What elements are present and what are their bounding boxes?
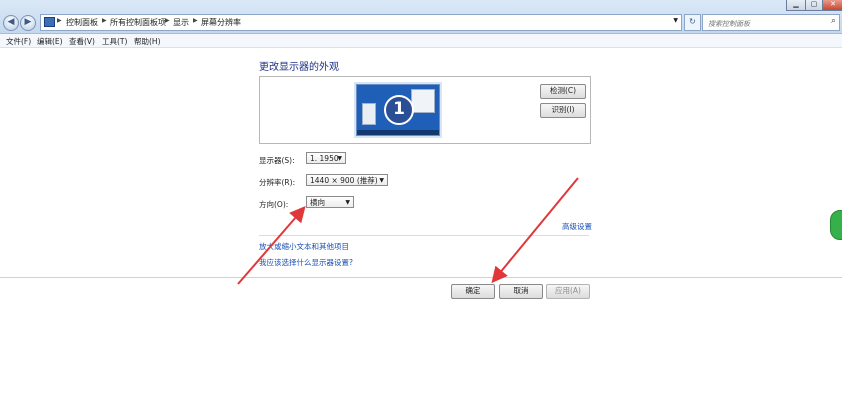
- display-preview-panel: 1 检测(C) 识别(I): [259, 76, 591, 144]
- close-button[interactable]: ✕: [822, 0, 842, 11]
- menu-file[interactable]: 文件(F): [6, 36, 31, 47]
- page-title: 更改显示器的外观: [259, 62, 339, 73]
- maximize-icon: ▢: [810, 0, 818, 8]
- dropdown-arrow-icon: ▼: [379, 177, 384, 184]
- apply-button[interactable]: 应用(A): [546, 284, 590, 299]
- display-label: 显示器(S):: [259, 156, 295, 165]
- resolution-select-value: 1440 × 900 (推荐): [310, 176, 378, 185]
- search-box[interactable]: ⌕: [702, 14, 840, 31]
- refresh-button[interactable]: ↻: [684, 14, 701, 31]
- minimize-button[interactable]: ▁: [786, 0, 806, 11]
- taskbar: [357, 130, 439, 135]
- forward-button[interactable]: ▶: [20, 15, 36, 31]
- dropdown-arrow-icon: ▼: [345, 199, 350, 206]
- back-arrow-icon: ◀: [7, 17, 15, 27]
- orientation-select[interactable]: 横向 ▼: [306, 196, 354, 208]
- menu-tools[interactable]: 工具(T): [102, 36, 127, 47]
- breadcrumb-separator-icon: ▶: [193, 17, 198, 24]
- breadcrumb-separator-icon: ▶: [165, 17, 170, 24]
- display-select[interactable]: 1. 1950 ▼: [306, 152, 346, 164]
- forward-arrow-icon: ▶: [24, 17, 32, 27]
- search-icon[interactable]: ⌕: [831, 16, 836, 26]
- menu-help[interactable]: 帮助(H): [134, 36, 161, 47]
- menu-edit[interactable]: 编辑(E): [37, 36, 63, 47]
- text-size-link[interactable]: 放大或缩小文本和其他项目: [259, 241, 349, 252]
- control-panel-icon: [44, 17, 55, 27]
- dropdown-arrow-icon: ▼: [337, 155, 342, 162]
- secondary-window-icon: [362, 103, 376, 125]
- orientation-label: 方向(O):: [259, 200, 289, 209]
- detect-button[interactable]: 检测(C): [540, 84, 586, 99]
- resolution-select[interactable]: 1440 × 900 (推荐) ▼: [306, 174, 388, 186]
- display-select-value: 1. 1950: [310, 154, 339, 163]
- floating-assistant-icon[interactable]: [830, 210, 842, 240]
- footer-divider: [0, 277, 842, 278]
- address-dropdown-icon[interactable]: ▼: [673, 17, 678, 24]
- search-input[interactable]: [706, 16, 822, 31]
- minimize-icon: ▁: [793, 0, 799, 8]
- orientation-select-value: 横向: [310, 198, 325, 207]
- display-settings-help-link[interactable]: 我应该选择什么显示器设置?: [259, 257, 353, 268]
- menu-view[interactable]: 查看(V): [69, 36, 95, 47]
- identify-button[interactable]: 识别(I): [540, 103, 586, 118]
- annotation-arrows: [237, 177, 579, 285]
- monitor-number: 1: [384, 95, 414, 125]
- address-bar[interactable]: ▶ 控制面板 ▶ 所有控制面板项 ▶ 显示 ▶ 屏幕分辨率 ▼: [40, 14, 682, 31]
- breadcrumb-control-panel[interactable]: 控制面板: [66, 17, 98, 28]
- divider: [259, 235, 589, 236]
- breadcrumb-separator-icon: ▶: [102, 17, 107, 24]
- close-icon: ✕: [830, 0, 836, 8]
- refresh-icon: ↻: [689, 17, 696, 26]
- monitor-window-icon: [411, 89, 435, 113]
- maximize-button[interactable]: ▢: [805, 0, 823, 11]
- cancel-button[interactable]: 取消: [499, 284, 543, 299]
- monitor-1-preview[interactable]: 1: [356, 84, 440, 136]
- title-bar: ◀ ▶ ▶ 控制面板 ▶ 所有控制面板项 ▶ 显示 ▶ 屏幕分辨率 ▼ ↻ ⌕ …: [0, 0, 842, 34]
- advanced-settings-link[interactable]: 高级设置: [562, 221, 592, 232]
- breadcrumb-display[interactable]: 显示: [173, 17, 189, 28]
- ok-button[interactable]: 确定: [451, 284, 495, 299]
- breadcrumb-all-items[interactable]: 所有控制面板项: [110, 17, 166, 28]
- menu-bar: 文件(F) 编辑(E) 查看(V) 工具(T) 帮助(H): [0, 34, 842, 48]
- resolution-label: 分辨率(R):: [259, 178, 296, 187]
- breadcrumb-screen-resolution[interactable]: 屏幕分辨率: [201, 17, 241, 28]
- back-button[interactable]: ◀: [3, 15, 19, 31]
- breadcrumb-separator-icon: ▶: [57, 17, 62, 24]
